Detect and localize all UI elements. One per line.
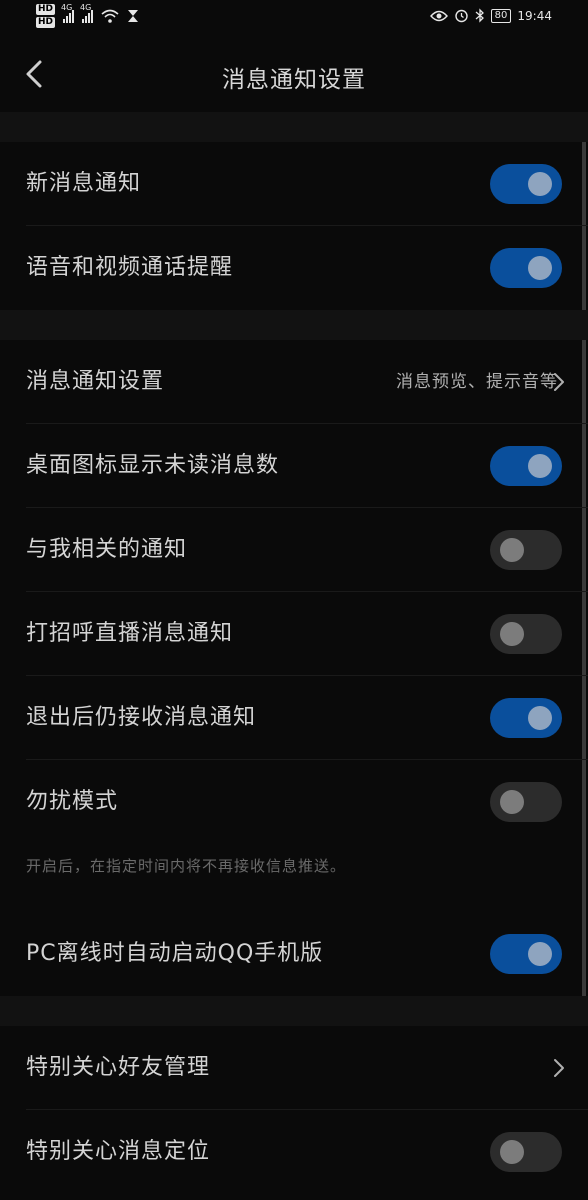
toggle-knob	[500, 538, 524, 562]
setting-label: 与我相关的通知	[26, 537, 188, 562]
eye-icon	[429, 10, 448, 21]
greeting-live-toggle[interactable]	[490, 614, 562, 654]
new-message-toggle[interactable]	[490, 164, 562, 204]
hd-badge-1: HD	[36, 4, 56, 15]
setting-label: 桌面图标显示未读消息数	[26, 453, 280, 478]
battery-icon: 80	[490, 8, 512, 23]
related-notifications-toggle[interactable]	[490, 530, 562, 570]
pc-offline-autostart-toggle[interactable]	[490, 934, 562, 974]
toggle-knob	[500, 790, 524, 814]
receive-after-exit-toggle[interactable]	[490, 698, 562, 738]
section-separator	[0, 996, 588, 1026]
page-title: 消息通知设置	[222, 67, 366, 93]
setting-row-special-care-friends[interactable]: 特别关心好友管理	[0, 1026, 588, 1110]
toggle-knob	[500, 1140, 524, 1164]
signal-icon: 4G	[80, 3, 94, 23]
setting-label: 特别关心消息定位	[26, 1139, 211, 1164]
setting-row-greeting-live-notifications[interactable]: 打招呼直播消息通知	[0, 592, 588, 676]
chevron-right-icon	[554, 373, 564, 391]
toggle-knob	[528, 454, 552, 478]
setting-label: 新消息通知	[26, 171, 142, 196]
setting-row-special-care-message-locate[interactable]: 特别关心消息定位	[0, 1110, 588, 1194]
dnd-note: 开启后，在指定时间内将不再接收信息推送。	[26, 857, 347, 875]
setting-row-pc-offline-autostart[interactable]: PC离线时自动启动QQ手机版	[0, 912, 588, 996]
section-separator	[0, 112, 588, 142]
status-bar: HD HD 4G 4G 80 19:44	[0, 0, 588, 36]
setting-row-do-not-disturb[interactable]: 勿扰模式	[0, 760, 588, 844]
setting-row-receive-after-exit[interactable]: 退出后仍接收消息通知	[0, 676, 588, 760]
section-separator	[0, 310, 588, 340]
wifi-icon	[101, 9, 119, 23]
setting-label: PC离线时自动启动QQ手机版	[26, 941, 324, 966]
setting-row-new-message-notification[interactable]: 新消息通知	[0, 142, 588, 226]
setting-label: 退出后仍接收消息通知	[26, 705, 257, 730]
toggle-knob	[500, 622, 524, 646]
setting-row-badge-unread-count[interactable]: 桌面图标显示未读消息数	[0, 424, 588, 508]
network-type-2: 4G	[80, 3, 92, 12]
voice-video-call-toggle[interactable]	[490, 248, 562, 288]
setting-row-related-notifications[interactable]: 与我相关的通知	[0, 508, 588, 592]
alarm-icon	[454, 9, 468, 23]
notification-settings-subtitle: 消息预览、提示音等	[396, 372, 558, 392]
clock-time: 19:44	[517, 8, 552, 23]
setting-label: 语音和视频通话提醒	[26, 255, 234, 280]
toggle-knob	[528, 942, 552, 966]
setting-label: 特别关心好友管理	[26, 1055, 211, 1080]
bluetooth-icon	[475, 8, 484, 23]
hd-indicator: HD HD	[36, 4, 56, 28]
hourglass-icon	[128, 10, 139, 22]
badge-unread-toggle[interactable]	[490, 446, 562, 486]
setting-row-notification-settings[interactable]: 消息通知设置 消息预览、提示音等	[0, 340, 588, 424]
do-not-disturb-toggle[interactable]	[490, 782, 562, 822]
chevron-right-icon	[554, 1059, 564, 1077]
signal-icon: 4G	[61, 3, 75, 23]
toggle-knob	[528, 172, 552, 196]
toggle-knob	[528, 706, 552, 730]
network-type-1: 4G	[61, 3, 73, 12]
setting-row-voice-video-call[interactable]: 语音和视频通话提醒	[0, 226, 588, 310]
special-care-locate-toggle[interactable]	[490, 1132, 562, 1172]
nav-bar: 消息通知设置	[0, 36, 588, 112]
setting-label: 消息通知设置	[26, 369, 165, 394]
toggle-knob	[528, 256, 552, 280]
hd-badge-2: HD	[36, 17, 56, 28]
setting-label: 勿扰模式	[26, 789, 119, 814]
setting-label: 打招呼直播消息通知	[26, 621, 234, 646]
